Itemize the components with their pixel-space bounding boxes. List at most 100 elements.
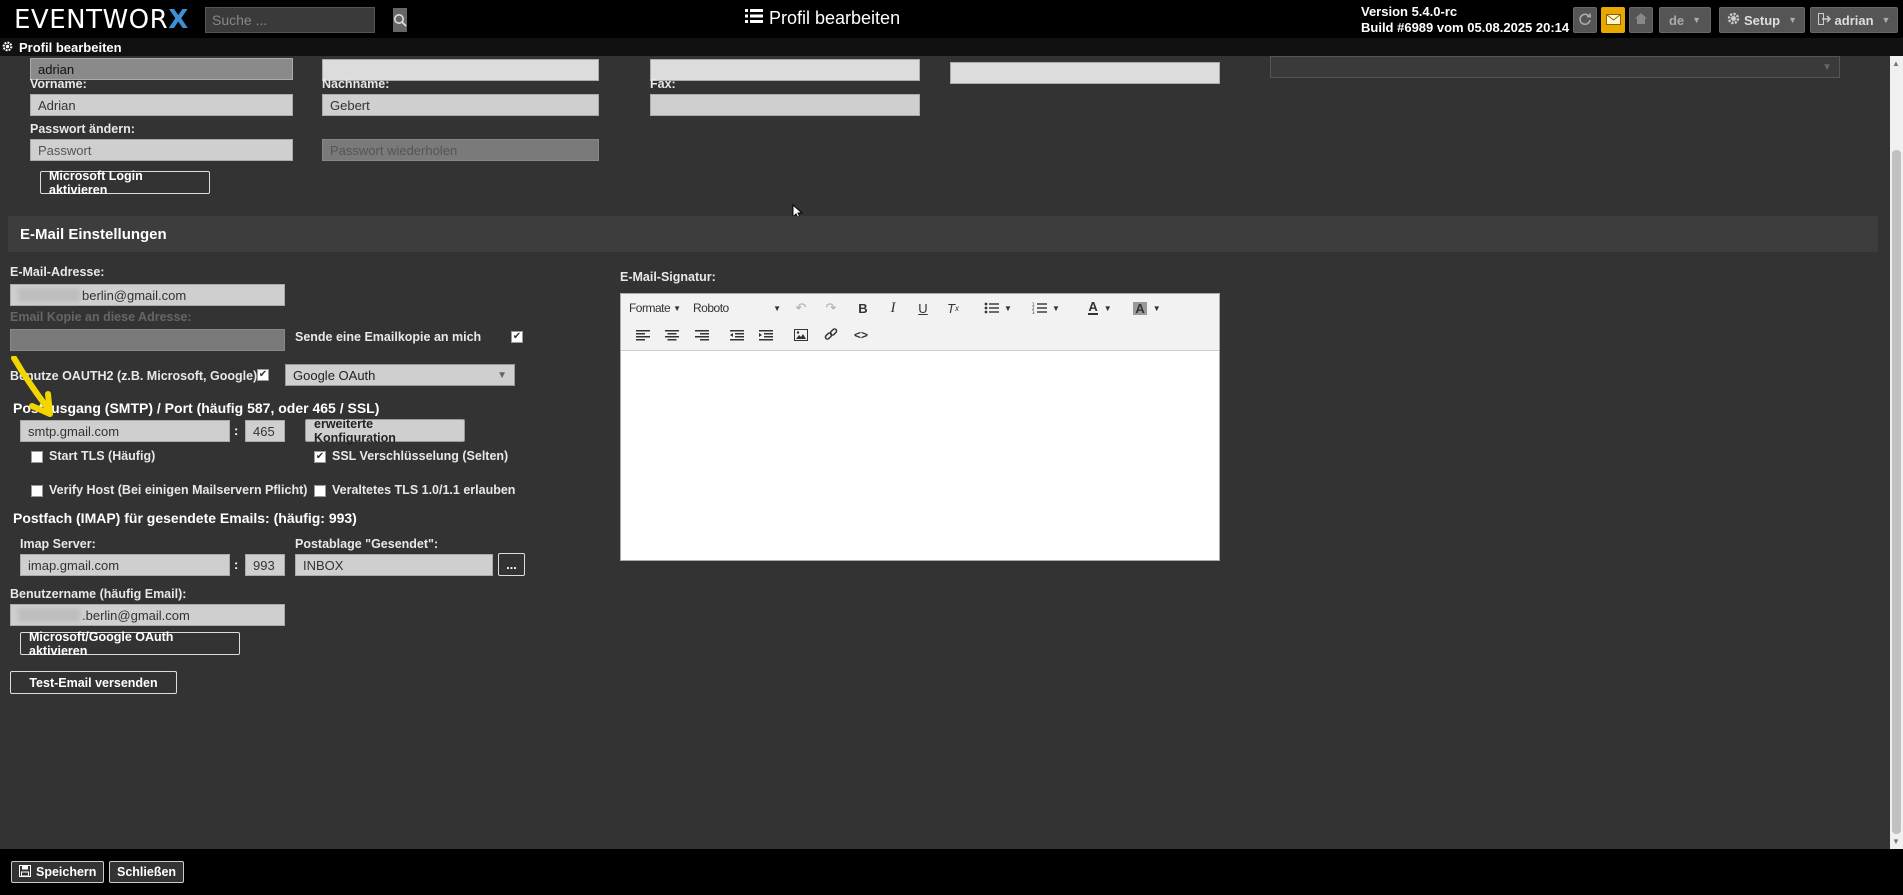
- old-tls-label: Veraltetes TLS 1.0/1.1 erlauben: [332, 483, 516, 497]
- password-repeat-placeholder: Passwort wiederholen: [330, 142, 458, 158]
- page-heading: Profil bearbeiten: [745, 8, 900, 29]
- logo-text: EVENTWOR: [14, 5, 169, 35]
- redo-icon[interactable]: ↷: [821, 298, 841, 318]
- signature-editor-body[interactable]: [621, 351, 1219, 560]
- old-tls-checkbox[interactable]: [314, 485, 326, 497]
- align-right-icon[interactable]: [692, 325, 712, 345]
- microsoft-login-button[interactable]: Microsoft Login aktivieren: [40, 169, 210, 197]
- top-field-4[interactable]: [950, 62, 1220, 84]
- version-text: Version 5.4.0-rc: [1361, 4, 1458, 19]
- smtp-title: Postausgang (SMTP) / Port (häufig 587, o…: [13, 400, 380, 416]
- indent-icon[interactable]: [756, 325, 776, 345]
- setup-dropdown[interactable]: Setup ▼: [1719, 7, 1805, 33]
- italic-icon[interactable]: I: [883, 298, 903, 318]
- top-field-3[interactable]: [650, 59, 920, 81]
- clear-format-icon[interactable]: Tx: [943, 298, 963, 318]
- start-tls-checkbox[interactable]: [31, 451, 43, 463]
- refresh-button[interactable]: [1573, 7, 1597, 33]
- align-left-icon[interactable]: [633, 325, 653, 345]
- oauth-provider-select[interactable]: Google OAuth ▼: [285, 364, 515, 386]
- email-copy-field[interactable]: [10, 329, 285, 351]
- background-color-icon[interactable]: A ▼: [1129, 298, 1165, 318]
- logo[interactable]: EVENTWORX: [14, 5, 189, 35]
- dialog-footer: Speichern Schließen: [0, 849, 1903, 895]
- bullet-list-icon[interactable]: ▼: [981, 298, 1015, 318]
- list-icon: [745, 8, 763, 29]
- arrow-annotation-icon: [8, 355, 56, 421]
- language-dropdown[interactable]: de ▼: [1659, 7, 1711, 33]
- lastname-field[interactable]: Gebert: [322, 94, 599, 116]
- align-center-icon[interactable]: [662, 325, 682, 345]
- scrollbar-thumb[interactable]: [1892, 150, 1901, 834]
- setup-label: Setup: [1743, 12, 1781, 28]
- smtp-port-field[interactable]: 465: [245, 420, 285, 442]
- sent-folder-field[interactable]: INBOX: [295, 554, 493, 576]
- formats-label: Formate: [628, 301, 671, 315]
- text-color-icon[interactable]: A ▼: [1083, 298, 1117, 318]
- imap-server-value: imap.gmail.com: [28, 557, 120, 573]
- ssl-checkbox[interactable]: ✔: [314, 451, 326, 463]
- imap-server-field[interactable]: imap.gmail.com: [20, 554, 230, 576]
- password-field[interactable]: Passwort: [30, 139, 293, 161]
- email-username-label: Benutzername (häufig Email):: [10, 587, 187, 601]
- ssl-label: SSL Verschlüsselung (Selten): [332, 449, 509, 463]
- send-copy-checkbox[interactable]: ✔: [511, 331, 523, 343]
- close-button[interactable]: Schließen: [109, 861, 185, 883]
- verify-host-checkbox[interactable]: [31, 485, 43, 497]
- smtp-server-field[interactable]: smtp.gmail.com: [20, 420, 230, 442]
- undo-icon[interactable]: ↶: [791, 298, 811, 318]
- oauth-activate-button[interactable]: Microsoft/Google OAuth aktivieren: [20, 630, 240, 658]
- password-placeholder: Passwort: [38, 142, 92, 158]
- font-dropdown[interactable]: Roboto ▼: [693, 298, 781, 318]
- advanced-config-button[interactable]: erweiterte Konfiguration: [305, 417, 465, 445]
- email-username-field[interactable]: .berlin@gmail.com: [10, 604, 285, 626]
- colon: :: [234, 423, 239, 438]
- lastname-label: Nachname:: [322, 77, 390, 91]
- scroll-down-icon[interactable]: ▼: [1892, 837, 1900, 846]
- envelope-icon: [1605, 13, 1621, 28]
- password-label: Passwort ändern:: [30, 122, 135, 136]
- search-input[interactable]: [206, 8, 393, 32]
- imap-server-label: Imap Server:: [20, 537, 96, 551]
- floppy-disk-icon: [19, 864, 31, 880]
- logo-x: X: [168, 5, 189, 35]
- imap-port-value: 993: [253, 557, 275, 573]
- firstname-label: Vorname:: [30, 77, 87, 91]
- sign-out-icon: [1817, 12, 1831, 28]
- email-address-field[interactable]: berlin@gmail.com: [10, 284, 285, 306]
- firstname-field[interactable]: Adrian: [30, 94, 293, 116]
- dialog-title-bar: Profil bearbeiten: [0, 38, 1903, 56]
- underline-icon[interactable]: U: [913, 298, 933, 318]
- signature-editor: Formate ▼ Roboto ▼ ↶ ↷ B I U Tx ▼ 123 ▼ A ▼…: [620, 293, 1220, 561]
- link-icon[interactable]: [821, 325, 841, 345]
- chevron-down-icon: ▼: [773, 303, 781, 313]
- mail-button[interactable]: [1601, 7, 1625, 33]
- home-button[interactable]: [1629, 7, 1653, 33]
- chevron-down-icon: ▼: [1881, 15, 1891, 25]
- scrollbar[interactable]: ▲ ▼: [1890, 56, 1903, 849]
- chevron-down-icon: ▼: [1788, 15, 1798, 25]
- numbered-list-icon[interactable]: 123 ▼: [1029, 298, 1063, 318]
- redacted-blur: [18, 288, 80, 302]
- top-select[interactable]: ▼: [1270, 56, 1840, 78]
- outdent-icon[interactable]: [727, 325, 747, 345]
- oauth-checkbox[interactable]: ✔: [257, 369, 269, 381]
- search-icon[interactable]: [393, 8, 407, 32]
- fax-field[interactable]: [650, 94, 920, 116]
- send-copy-label: Sende eine Emailkopie an mich: [295, 330, 482, 344]
- password-repeat-field[interactable]: Passwort wiederholen: [322, 139, 599, 161]
- scroll-up-icon[interactable]: ▲: [1892, 59, 1900, 68]
- image-icon[interactable]: [791, 325, 811, 345]
- formats-dropdown[interactable]: Formate ▼: [628, 298, 681, 318]
- bold-icon[interactable]: B: [853, 298, 873, 318]
- user-dropdown[interactable]: adrian ▼: [1810, 7, 1898, 33]
- test-email-button[interactable]: Test-Email versenden: [10, 671, 177, 694]
- source-code-icon[interactable]: <>: [851, 325, 871, 345]
- save-button[interactable]: Speichern: [11, 861, 105, 883]
- imap-port-field[interactable]: 993: [245, 554, 285, 576]
- browse-folder-button[interactable]: ...: [498, 553, 525, 576]
- chevron-down-icon: ▼: [1103, 303, 1112, 313]
- sent-folder-value: INBOX: [303, 557, 344, 573]
- chevron-down-icon: ▼: [1822, 61, 1832, 73]
- chevron-down-icon: ▼: [1152, 303, 1161, 313]
